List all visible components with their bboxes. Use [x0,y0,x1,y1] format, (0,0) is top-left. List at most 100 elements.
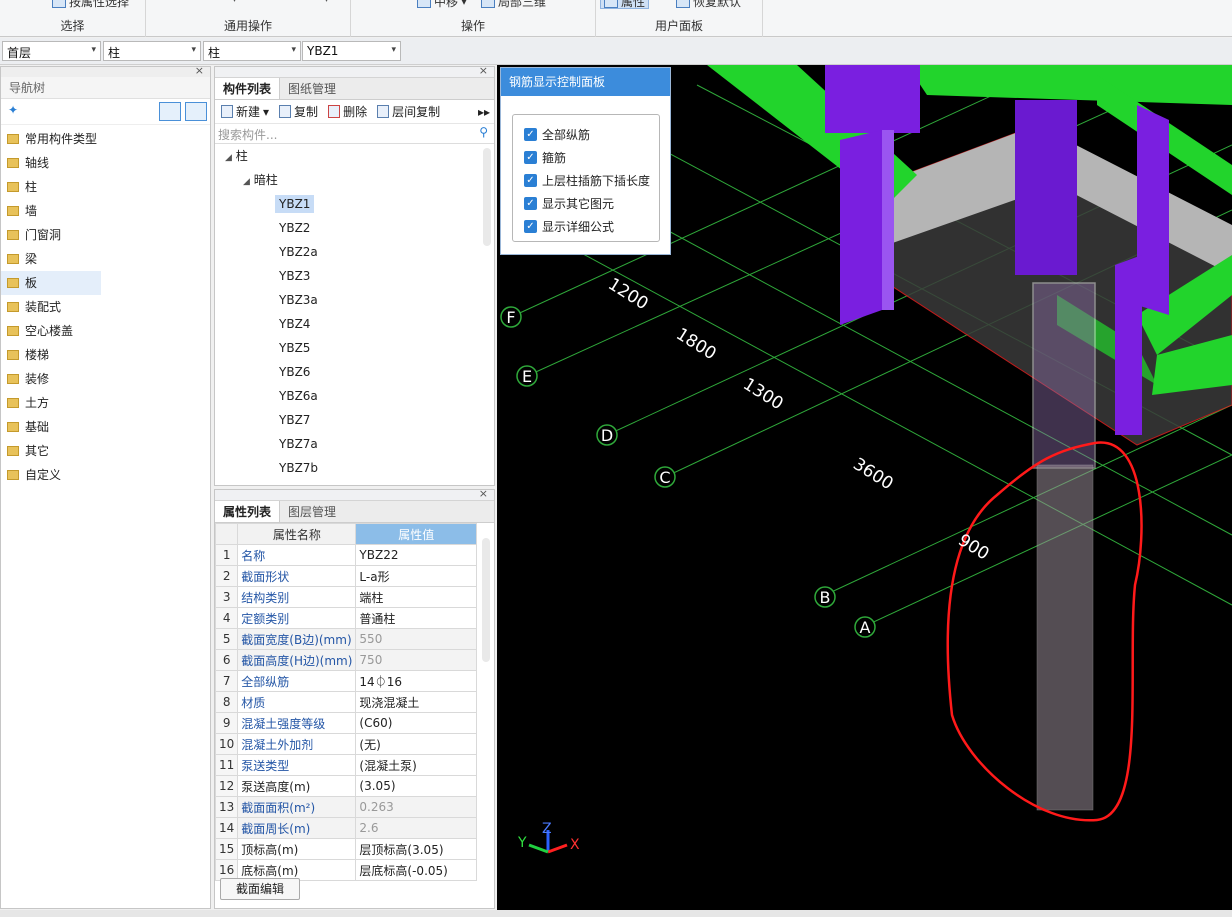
component-item[interactable]: YBZ6a [215,384,494,408]
search-icon[interactable]: ⚲ [479,125,488,139]
component-item[interactable]: YBZ5 [215,336,494,360]
tree-root[interactable]: ◢ 柱 [215,144,494,168]
property-row[interactable]: 7 全部纵筋 14⏀16 [214,670,477,692]
component-item[interactable]: YBZ7b [215,456,494,480]
property-value[interactable]: 端柱 [355,586,477,608]
select-by-property-button[interactable]: 按属性选择 [52,0,129,9]
checkbox-checked-icon[interactable]: ✓ [524,151,537,164]
floor-copy-button[interactable]: 层间复制 [377,103,440,120]
property-row[interactable]: 10 混凝土外加剂 (无) [214,733,477,755]
move-button[interactable]: 中移 ▾ [417,0,467,9]
dropdown-arrow-icon[interactable]: ▾ [324,0,329,5]
component-item[interactable]: YBZ7a [215,432,494,456]
delete-button[interactable]: 删除 [328,103,367,120]
scrollbar[interactable] [483,148,491,246]
property-row[interactable]: 12 泵送高度(m) (3.05) [214,775,477,797]
property-value[interactable]: (混凝土泵) [355,754,477,776]
new-button[interactable]: 新建 ▾ [221,103,269,120]
component-item[interactable]: YBZ3 [215,264,494,288]
property-value[interactable]: (3.05) [355,775,477,797]
property-row[interactable]: 15 顶标高(m) 层顶标高(3.05) [214,838,477,860]
nav-item[interactable]: 楼梯 [1,343,210,367]
tab-component-list[interactable]: 构件列表 [215,78,281,99]
property-value[interactable]: 层底标高(-0.05) [355,859,477,881]
type-select[interactable]: 柱 ▾ [103,41,201,61]
property-row[interactable]: 4 定额类别 普通柱 [214,607,477,629]
tab-property-list[interactable]: 属性列表 [215,501,281,522]
property-value[interactable]: 14⏀16 [355,670,477,692]
checkbox-checked-icon[interactable]: ✓ [524,174,537,187]
section-edit-button[interactable]: 截面编辑 [220,878,300,900]
nav-item[interactable]: 常用构件类型 [1,127,210,151]
tab-layer-manage[interactable]: 图层管理 [280,501,344,522]
tree-group[interactable]: ◢ 暗柱 [215,168,494,192]
property-value[interactable]: L-a形 [355,565,477,587]
expand-icon[interactable]: ◢ [243,177,250,187]
property-value[interactable]: 层顶标高(3.05) [355,838,477,860]
property-value[interactable]: 普通柱 [355,607,477,629]
tab-drawing-manage[interactable]: 图纸管理 [280,78,344,99]
checkbox-checked-icon[interactable]: ✓ [524,128,537,141]
nav-item[interactable]: 柱 [1,175,210,199]
component-select[interactable]: YBZ1 ▾ [302,41,401,61]
nav-item[interactable]: 装修 [1,367,210,391]
close-icon[interactable]: × [479,64,488,77]
property-row[interactable]: 3 结构类别 端柱 [214,586,477,608]
nav-item[interactable]: 装配式 [1,295,210,319]
property-value[interactable]: 750 [355,649,477,671]
property-row[interactable]: 1 名称 YBZ22 [214,544,477,566]
property-value[interactable]: 现浇混凝土 [355,691,477,713]
property-row[interactable]: 14 截面周长(m) 2.6 [214,817,477,839]
nav-item[interactable]: 门窗洞 [1,223,210,247]
close-icon[interactable]: × [195,64,204,77]
rebar-option-checkbox[interactable]: ✓ 全部纵筋 [513,123,659,146]
property-value[interactable]: 2.6 [355,817,477,839]
restore-default-button[interactable]: 恢复默认 [676,0,741,9]
nav-item[interactable]: 空心楼盖 [1,319,210,343]
property-button[interactable]: 属性 [600,0,650,9]
nav-item[interactable]: 板 [1,271,101,295]
scrollbar[interactable] [482,538,490,662]
expand-icon[interactable]: ◢ [225,153,232,163]
property-value[interactable]: 550 [355,628,477,650]
nav-item[interactable]: 土方 [1,391,210,415]
floor-select[interactable]: 首层 ▾ [2,41,101,61]
property-row[interactable]: 11 泵送类型 (混凝土泵) [214,754,477,776]
more-icon[interactable]: ▸▸ [478,105,494,119]
property-value[interactable]: YBZ22 [355,544,477,566]
checkbox-checked-icon[interactable]: ✓ [524,197,537,210]
dropdown-arrow-icon[interactable]: ▾ [232,0,237,5]
rebar-option-checkbox[interactable]: ✓ 显示详细公式 [513,215,659,238]
component-item[interactable]: YBZ2 [215,216,494,240]
property-value[interactable]: (C60) [355,712,477,734]
property-row[interactable]: 9 混凝土强度等级 (C60) [214,712,477,734]
property-row[interactable]: 6 截面高度(H边)(mm) 750 [214,649,477,671]
add-icon[interactable]: ✦ [8,103,18,117]
nav-item[interactable]: 其它 [1,439,210,463]
rebar-option-checkbox[interactable]: ✓ 显示其它图元 [513,192,659,215]
checkbox-checked-icon[interactable]: ✓ [524,220,537,233]
component-item[interactable]: YBZ6 [215,360,494,384]
nav-item[interactable]: 基础 [1,415,210,439]
nav-item[interactable]: 梁 [1,247,210,271]
property-value[interactable]: (无) [355,733,477,755]
nav-item[interactable]: 轴线 [1,151,210,175]
subtype-select[interactable]: 柱 ▾ [203,41,301,61]
close-icon[interactable]: × [479,487,488,500]
rebar-option-checkbox[interactable]: ✓ 上层柱插筋下插长度 [513,169,659,192]
nav-item[interactable]: 墙 [1,199,210,223]
component-item[interactable]: YBZ4 [215,312,494,336]
component-item[interactable]: YBZ1 [215,192,494,216]
property-row[interactable]: 8 材质 现浇混凝土 [214,691,477,713]
local-3d-button[interactable]: 局部三维 [481,0,546,9]
nav-item[interactable]: 自定义 [1,463,210,487]
rebar-option-checkbox[interactable]: ✓ 箍筋 [513,146,659,169]
copy-button[interactable]: 复制 [279,103,318,120]
property-row[interactable]: 2 截面形状 L-a形 [214,565,477,587]
list-view-icon[interactable] [159,102,181,121]
component-item[interactable]: YBZ3a [215,288,494,312]
search-input[interactable]: 搜索构件... ⚲ [215,124,494,144]
property-value[interactable]: 0.263 [355,796,477,818]
card-view-icon[interactable] [185,102,207,121]
property-row[interactable]: 5 截面宽度(B边)(mm) 550 [214,628,477,650]
